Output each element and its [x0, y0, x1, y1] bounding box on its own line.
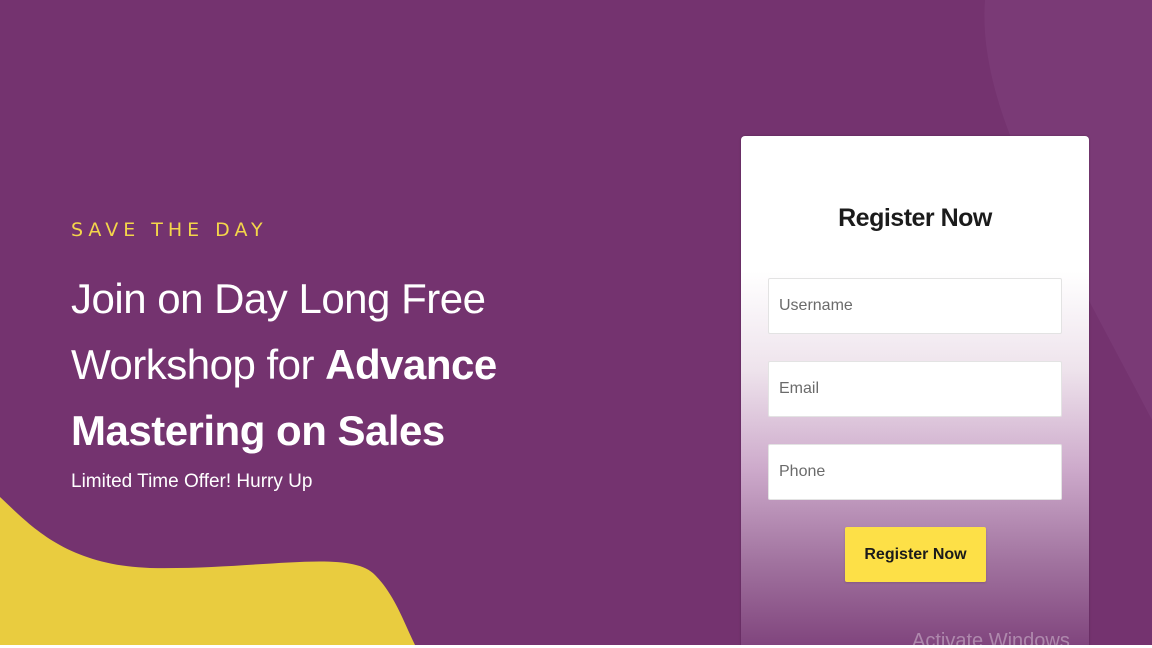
- yellow-wave-shape: [0, 497, 415, 645]
- hero-headline: Join on Day Long Free Workshop for Advan…: [71, 266, 631, 464]
- headline-line-2-bold: Advance: [325, 341, 497, 388]
- headline-line-3-bold: Mastering on Sales: [71, 407, 445, 454]
- phone-input[interactable]: [768, 444, 1062, 500]
- headline-line-3: Mastering on Sales: [71, 398, 631, 464]
- headline-line-1: Join on Day Long Free: [71, 275, 486, 322]
- register-title: Register Now: [838, 204, 992, 232]
- eyebrow-text: SAVE THE DAY: [71, 219, 268, 241]
- register-card: Register Now Register Now: [741, 136, 1089, 645]
- offer-subtext: Limited Time Offer! Hurry Up: [71, 471, 313, 492]
- headline-line-2: Workshop for Advance: [71, 332, 631, 398]
- headline-line-2-regular: Workshop for: [71, 341, 326, 388]
- username-input[interactable]: [768, 278, 1062, 334]
- hero-section: SAVE THE DAY Join on Day Long Free Works…: [0, 0, 1152, 645]
- email-input[interactable]: [768, 361, 1062, 417]
- activate-windows-watermark: Activate Windows: [912, 630, 1070, 645]
- register-now-button[interactable]: Register Now: [845, 527, 986, 582]
